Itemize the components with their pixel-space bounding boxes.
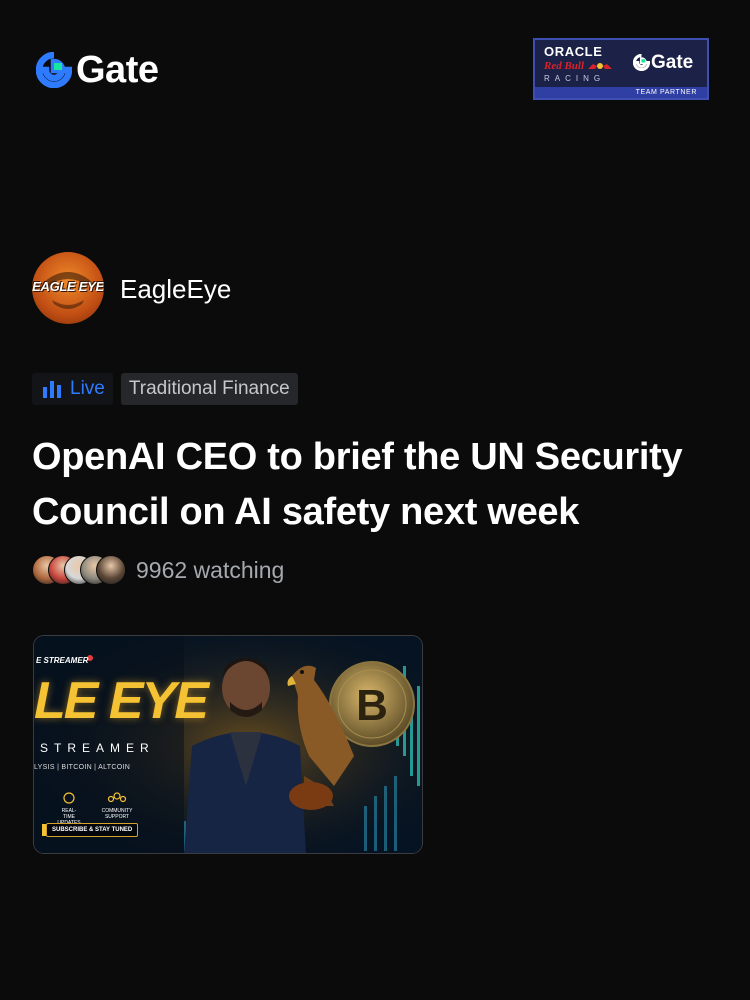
red-bull-icon <box>588 63 613 69</box>
author-avatar[interactable]: EAGLE EYE <box>32 252 104 324</box>
watchers-row: 9962 watching <box>32 553 284 587</box>
oracle-text: ORACLE <box>544 44 603 59</box>
gate-logo[interactable]: Gate <box>36 48 159 92</box>
gate-logo-icon <box>36 52 72 88</box>
thumb-streamer-label: E STREAMER <box>36 656 89 665</box>
watching-count: 9962 watching <box>136 556 285 583</box>
watcher-avatars <box>32 553 128 587</box>
watcher-avatar <box>96 555 126 585</box>
svg-text:B: B <box>356 681 388 730</box>
team-partner-banner[interactable]: ORACLE Red Bull RACING Gate TEAM PARTNER <box>533 38 709 100</box>
post-tags: Live Traditional Finance <box>32 373 298 405</box>
live-tag[interactable]: Live <box>32 373 113 405</box>
post-headline[interactable]: OpenAI CEO to brief the UN Security Coun… <box>32 430 732 540</box>
logo-text: Gate <box>76 49 159 91</box>
avatar-text: EAGLE EYE <box>32 279 104 294</box>
stream-thumbnail[interactable]: B E STREAMER LE EYE STREAMER LYSIS | BIT… <box>33 635 423 854</box>
thumb-title: LE EYE <box>34 672 209 730</box>
racing-text: RACING <box>544 74 606 83</box>
partner-gate-text: Gate <box>651 52 694 73</box>
team-partner-label: TEAM PARTNER <box>535 87 707 98</box>
gate-small-logo-icon <box>633 54 650 71</box>
red-bull-text: Red Bull <box>544 60 585 72</box>
thumb-subscribe-badge: SUBSCRIBE & STAY TUNED <box>46 823 139 837</box>
thumb-subtitle: STREAMER <box>40 741 155 755</box>
thumb-topics: LYSIS | BITCOIN | ALTCOIN <box>34 764 131 771</box>
category-tag[interactable]: Traditional Finance <box>120 373 298 405</box>
live-bars-icon <box>43 381 61 398</box>
author-name[interactable]: EagleEye <box>120 274 231 304</box>
live-label: Live <box>70 378 105 399</box>
thumb-feature-community: COMMUNITY SUPPORT <box>101 808 133 820</box>
